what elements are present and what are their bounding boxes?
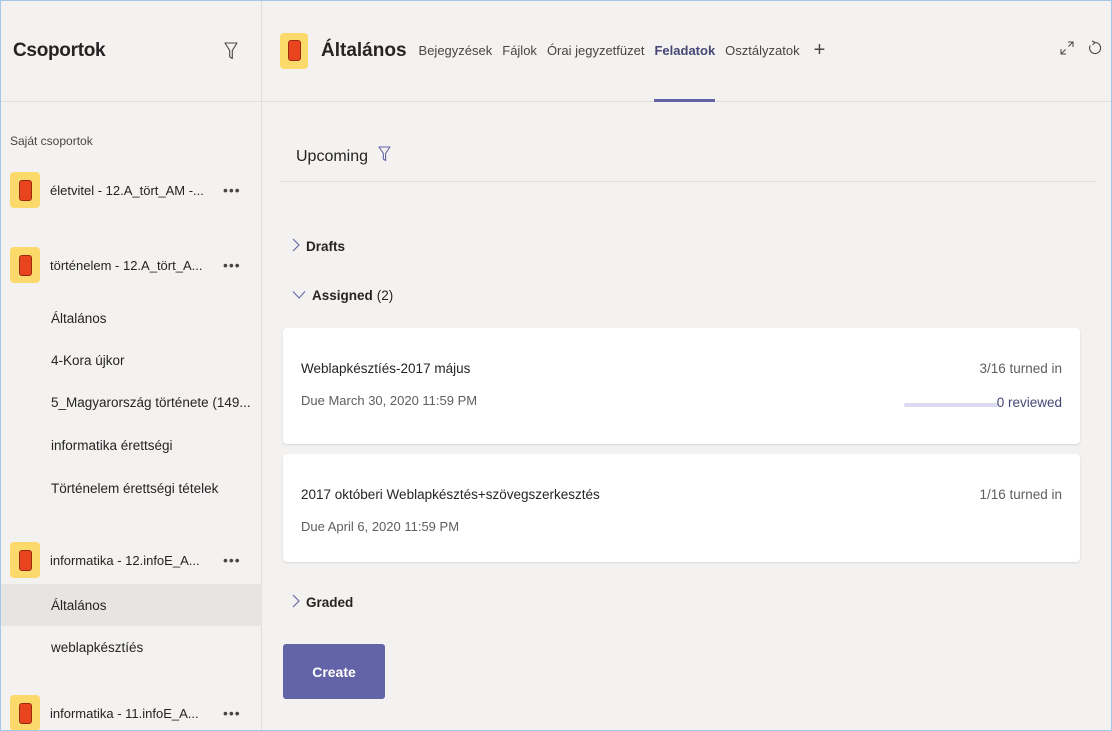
filter-icon[interactable] [378, 146, 391, 167]
team-name: informatika - 11.infoE_A... [50, 705, 199, 721]
assignments-panel: Upcoming Drafts Assigned (2) Weblapkészt… [262, 102, 1112, 731]
channel-item[interactable]: informatika érettségi [0, 424, 262, 466]
team-avatar [10, 247, 40, 283]
team-avatar [10, 695, 40, 731]
divider [279, 181, 1096, 182]
graded-label: Graded [306, 595, 354, 610]
tab-class-notebook[interactable]: Órai jegyzetfüzet [547, 0, 645, 102]
channel-item[interactable]: Általános [0, 297, 262, 339]
team-name: informatika - 12.infoE_A... [50, 552, 200, 568]
team-avatar [10, 172, 40, 208]
upcoming-label: Upcoming [296, 147, 369, 165]
filter-icon[interactable] [219, 39, 243, 63]
team-avatar [10, 542, 40, 578]
team-item[interactable]: életvitel - 12.A_tört_AM -... ••• [0, 168, 262, 212]
tab-posts[interactable]: Bejegyzések [419, 0, 493, 102]
tab-assignments[interactable]: Feladatok [654, 0, 715, 102]
expand-icon[interactable] [1060, 41, 1074, 60]
teams-sidebar: Csoportok Saját csoportok életvitel - 12… [0, 0, 262, 731]
channel-item-active[interactable]: Általános [0, 584, 262, 626]
chevron-right-icon [292, 594, 300, 611]
more-options-icon[interactable]: ••• [223, 257, 241, 273]
more-options-icon[interactable]: ••• [223, 552, 241, 568]
team-item[interactable]: informatika - 12.infoE_A... ••• [0, 538, 262, 582]
sidebar-title: Csoportok [13, 39, 106, 61]
chevron-down-icon [292, 288, 306, 303]
header-actions [1060, 40, 1102, 61]
section-label-own-teams: Saját csoportok [10, 134, 93, 148]
assigned-count: (2) [376, 288, 394, 303]
channel-item[interactable]: Történelem érettségi tételek [0, 467, 262, 509]
channel-item[interactable]: weblapkésztíés [0, 626, 262, 668]
refresh-icon[interactable] [1088, 40, 1102, 61]
team-name: történelem - 12.A_tört_A... [50, 257, 203, 273]
tab-grades[interactable]: Osztályzatok [725, 0, 799, 102]
assignment-title: Weblapkésztíés-2017 május [301, 361, 471, 376]
assigned-toggle[interactable]: Assigned (2) [292, 288, 393, 303]
create-button[interactable]: Create [283, 644, 385, 699]
chevron-right-icon [292, 238, 300, 255]
team-avatar [280, 32, 308, 69]
assigned-label: Assigned [312, 288, 373, 303]
more-options-icon[interactable]: ••• [223, 705, 241, 721]
reviewed-count[interactable]: 0 reviewed [997, 395, 1062, 410]
sidebar-header: Csoportok [0, 0, 261, 102]
drafts-toggle[interactable]: Drafts [292, 238, 345, 255]
assignment-due-date: Due April 6, 2020 11:59 PM [301, 519, 460, 534]
drafts-label: Drafts [306, 239, 346, 254]
turned-in-count: 3/16 turned in [979, 361, 1062, 376]
assignment-card[interactable]: Weblapkésztíés-2017 május Due March 30, … [283, 328, 1080, 444]
upcoming-header: Upcoming [296, 146, 391, 167]
assignment-card[interactable]: 2017 októberi Weblapkésztés+szövegszerke… [283, 454, 1080, 562]
channel-item[interactable]: 4-Kora újkor [0, 339, 262, 381]
turned-in-count: 1/16 turned in [979, 487, 1062, 502]
team-item[interactable]: informatika - 11.infoE_A... ••• [0, 691, 262, 731]
assignment-due-date: Due March 30, 2020 11:59 PM [301, 393, 478, 408]
more-options-icon[interactable]: ••• [223, 182, 241, 198]
tab-files[interactable]: Fájlok [502, 0, 537, 102]
channel-header: Általános Bejegyzések Fájlok Órai jegyze… [262, 0, 1112, 102]
team-item[interactable]: történelem - 12.A_tört_A... ••• [0, 243, 262, 287]
review-progress-bar [904, 403, 998, 407]
team-name: életvitel - 12.A_tört_AM -... [50, 182, 204, 198]
add-tab-button[interactable]: + [814, 39, 826, 62]
graded-toggle[interactable]: Graded [292, 594, 353, 611]
channel-title: Általános [321, 39, 407, 61]
channel-item[interactable]: 5_Magyarország története (149... [0, 381, 262, 423]
assignment-title: 2017 októberi Weblapkésztés+szövegszerke… [301, 487, 600, 502]
